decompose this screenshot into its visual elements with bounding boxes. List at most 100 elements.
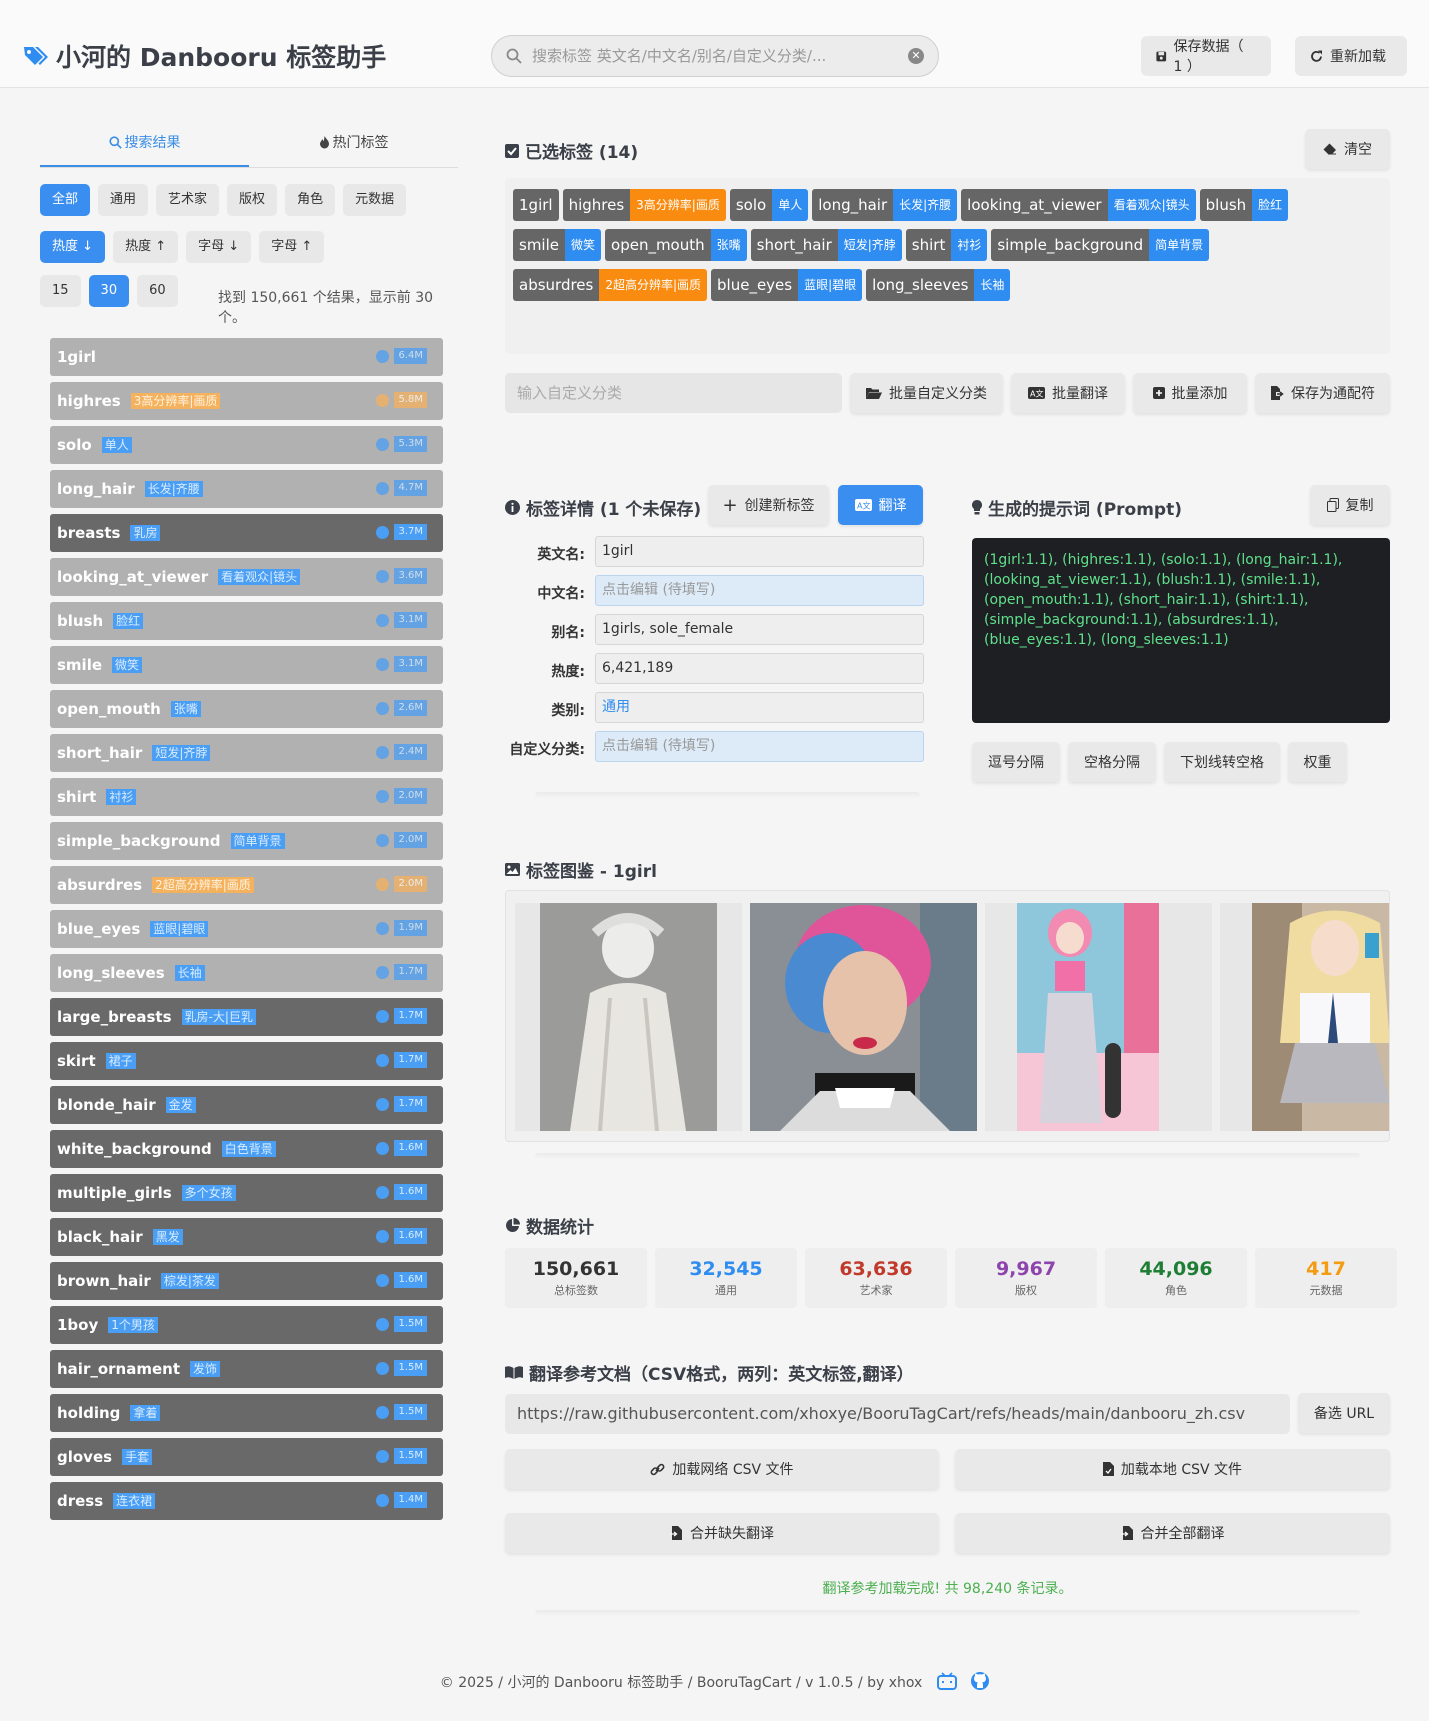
gallery-image-4[interactable]: [1220, 903, 1389, 1131]
selected-tag[interactable]: blue_eyes 蓝眼|碧眼: [711, 269, 863, 301]
tag-list-item[interactable]: white_background 白色背景 1.6M: [50, 1130, 443, 1168]
format-underscore-button[interactable]: 下划线转空格: [1164, 742, 1280, 782]
search-box[interactable]: ✕: [491, 35, 939, 77]
tag-list-item[interactable]: black_hair 黑发 1.6M: [50, 1218, 443, 1256]
tag-list-item[interactable]: hair_ornament 发饰 1.5M: [50, 1350, 443, 1388]
tag-list-item[interactable]: simple_background 简单背景 2.0M: [50, 822, 443, 860]
format-comma-button[interactable]: 逗号分隔: [972, 742, 1060, 782]
page-size-15[interactable]: 15: [40, 275, 81, 307]
tag-list-item[interactable]: blush 脸红 3.1M: [50, 602, 443, 640]
merge-all-button[interactable]: 合并全部翻译: [955, 1513, 1390, 1553]
tag-list-item[interactable]: multiple_girls 多个女孩 1.6M: [50, 1174, 443, 1212]
tag-translation: 脸红: [113, 613, 144, 629]
tag-list-item[interactable]: open_mouth 张嘴 2.6M: [50, 690, 443, 728]
filter-meta[interactable]: 元数据: [343, 184, 407, 216]
tag-list-item[interactable]: holding 拿着 1.5M: [50, 1394, 443, 1432]
selected-tag[interactable]: smile 微笑: [513, 229, 602, 261]
selected-tag[interactable]: looking_at_viewer 看着观众|镜头: [961, 189, 1196, 221]
prompt-output[interactable]: (1girl:1.1), (highres:1.1), (solo:1.1), …: [972, 538, 1390, 723]
copy-prompt-button[interactable]: 复制: [1310, 485, 1390, 525]
filter-artist[interactable]: 艺术家: [156, 184, 220, 216]
alt-url-button[interactable]: 备选 URL: [1298, 1393, 1390, 1433]
footer: © 2025 / 小河的 Danbooru 标签助手 / BooruTagCar…: [0, 1672, 1429, 1692]
field-custom-category[interactable]: 点击编辑 (待填写): [595, 731, 924, 762]
tag-list-item[interactable]: solo 单人 5.3M: [50, 426, 443, 464]
tag-list-item[interactable]: skirt 裙子 1.7M: [50, 1042, 443, 1080]
sort-hot-asc[interactable]: 热度 ↑: [113, 231, 179, 263]
bilibili-icon[interactable]: [936, 1672, 957, 1690]
tag-list-item[interactable]: 1girl 6.4M: [50, 338, 443, 376]
translate-button[interactable]: A文 翻译: [838, 485, 923, 525]
batch-custom-category-button[interactable]: 批量自定义分类: [850, 373, 1003, 413]
selected-tag[interactable]: short_hair 短发|齐脖: [750, 229, 902, 261]
sort-alpha-asc[interactable]: 字母 ↑: [259, 231, 325, 263]
tag-list-item[interactable]: dress 连衣裙 1.4M: [50, 1482, 443, 1520]
field-chinese-name[interactable]: 点击编辑 (待填写): [595, 575, 924, 606]
tag-list-item[interactable]: gloves 手套 1.5M: [50, 1438, 443, 1476]
gallery-image-1[interactable]: [515, 903, 742, 1131]
selected-tag[interactable]: blush 脸红: [1199, 189, 1289, 221]
stat-label: 角色: [1165, 1284, 1187, 1297]
custom-category-input[interactable]: [505, 373, 842, 413]
selected-tag[interactable]: open_mouth 张嘴: [605, 229, 747, 261]
tag-translation: 手套: [122, 1449, 153, 1465]
selected-tag[interactable]: absurdres 2超高分辨率|画质: [513, 269, 708, 301]
selected-tag[interactable]: long_hair 长发|齐腰: [812, 189, 958, 221]
tag-list-item[interactable]: brown_hair 棕发|茶发 1.6M: [50, 1262, 443, 1300]
filter-character[interactable]: 角色: [285, 184, 336, 216]
tag-list-item[interactable]: 1boy 1个男孩 1.5M: [50, 1306, 443, 1344]
clear-selected-button[interactable]: 清空: [1305, 129, 1390, 169]
load-local-csv-button[interactable]: 加载本地 CSV 文件: [955, 1449, 1390, 1489]
tag-list-item[interactable]: long_hair 长发|齐腰 4.7M: [50, 470, 443, 508]
format-weight-button[interactable]: 权重: [1288, 742, 1347, 782]
tab-hot-tags[interactable]: 热门标签: [249, 128, 458, 167]
tag-list-item[interactable]: short_hair 短发|齐脖 2.4M: [50, 734, 443, 772]
selected-tag[interactable]: simple_background 简单背景: [991, 229, 1210, 261]
tag-list-item[interactable]: shirt 衬衫 2.0M: [50, 778, 443, 816]
gallery-image-3[interactable]: [985, 903, 1212, 1131]
selected-tag[interactable]: long_sleeves 长袖: [866, 269, 1011, 301]
create-tag-button[interactable]: + 创建新标签: [708, 485, 829, 525]
filter-copyright[interactable]: 版权: [227, 184, 278, 216]
github-icon[interactable]: [971, 1672, 990, 1690]
app-header: 小河的 Danbooru 标签助手 ✕ 保存数据（ 1 ） 重新加载: [0, 0, 1429, 88]
field-alias[interactable]: 1girls, sole_female: [595, 614, 924, 645]
tab-search-results[interactable]: 搜索结果: [40, 128, 249, 167]
field-popularity[interactable]: 6,421,189: [595, 653, 924, 684]
sort-hot-desc[interactable]: 热度 ↓: [40, 231, 106, 263]
tag-list-item[interactable]: breasts 乳房 3.7M: [50, 514, 443, 552]
batch-translate-button[interactable]: A文 批量翻译: [1011, 373, 1125, 413]
save-wildcard-button[interactable]: 保存为通配符: [1255, 373, 1390, 413]
batch-add-button[interactable]: 批量添加: [1133, 373, 1247, 413]
tag-list-item[interactable]: long_sleeves 长袖 1.7M: [50, 954, 443, 992]
tag-list-item[interactable]: large_breasts 乳房-大|巨乳 1.7M: [50, 998, 443, 1036]
csv-url-input[interactable]: https://raw.githubusercontent.com/xhoxye…: [505, 1394, 1290, 1434]
tag-list-item[interactable]: smile 微笑 3.1M: [50, 646, 443, 684]
merge-missing-button[interactable]: 合并缺失翻译: [505, 1513, 939, 1553]
tag-list-item[interactable]: looking_at_viewer 看着观众|镜头 3.6M: [50, 558, 443, 596]
selected-tag[interactable]: solo 单人: [729, 189, 809, 221]
gallery-image-2[interactable]: [750, 903, 977, 1131]
page-size-30[interactable]: 30: [88, 275, 130, 307]
save-data-button[interactable]: 保存数据（ 1 ）: [1141, 36, 1271, 76]
selected-tag[interactable]: 1girl: [513, 189, 559, 221]
clear-search-icon[interactable]: ✕: [908, 48, 924, 64]
selected-tag[interactable]: highres 3高分辨率|画质: [562, 189, 726, 221]
stat-value: 417: [1306, 1258, 1346, 1280]
field-category[interactable]: 通用: [595, 692, 924, 723]
prompt-title: 生成的提示词 (Prompt): [988, 500, 1182, 520]
field-english-name[interactable]: 1girl: [595, 536, 924, 567]
search-input[interactable]: [532, 47, 908, 65]
filter-all[interactable]: 全部: [40, 184, 91, 216]
tag-list-item[interactable]: highres 3高分辨率|画质 5.8M: [50, 382, 443, 420]
reload-button[interactable]: 重新加载: [1295, 36, 1407, 76]
filter-general[interactable]: 通用: [98, 184, 149, 216]
selected-tag[interactable]: shirt 衬衫: [905, 229, 988, 261]
sort-alpha-desc[interactable]: 字母 ↓: [186, 231, 252, 263]
load-network-csv-button[interactable]: 加载网络 CSV 文件: [505, 1449, 939, 1489]
page-size-60[interactable]: 60: [137, 275, 178, 307]
tag-list-item[interactable]: absurdres 2超高分辨率|画质 2.0M: [50, 866, 443, 904]
format-space-button[interactable]: 空格分隔: [1068, 742, 1156, 782]
tag-list-item[interactable]: blue_eyes 蓝眼|碧眼 1.9M: [50, 910, 443, 948]
tag-list-item[interactable]: blonde_hair 金发 1.7M: [50, 1086, 443, 1124]
